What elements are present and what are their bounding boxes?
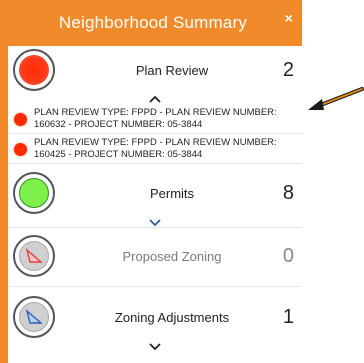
panel-title: Neighborhood Summary	[58, 13, 248, 32]
zoning-polygon-icon	[13, 235, 55, 277]
neighborhood-summary-panel: Neighborhood Summary × Plan Review 2 PLA…	[0, 0, 302, 363]
section-count: 8	[282, 181, 294, 204]
list-item-text: PLAN REVIEW TYPE: FPPD - PLAN REVIEW NUM…	[34, 107, 277, 130]
section-plan-review[interactable]: Plan Review 2	[8, 46, 302, 94]
chevron-up-icon[interactable]	[8, 94, 302, 104]
green-circle-icon	[13, 172, 55, 214]
section-label: Zoning Adjustments	[114, 309, 230, 325]
red-dot-icon	[14, 143, 27, 156]
panel-content: Plan Review 2 PLAN REVIEW TYPE: FPPD - P…	[8, 46, 302, 363]
section-label: Proposed Zoning	[122, 248, 222, 264]
chevron-down-icon[interactable]	[8, 341, 302, 351]
chevron-down-icon[interactable]	[8, 217, 302, 227]
divider	[8, 227, 302, 228]
list-item-text: PLAN REVIEW TYPE: FPPD - PLAN REVIEW NUM…	[34, 137, 277, 160]
section-count: 2	[282, 58, 294, 81]
divider	[8, 286, 302, 287]
red-dot-icon	[14, 113, 27, 126]
section-proposed-zoning[interactable]: Proposed Zoning 0	[8, 232, 302, 280]
section-permits[interactable]: Permits 8	[8, 169, 302, 217]
section-label: Permits	[149, 185, 195, 201]
annotation-arrow-icon	[306, 86, 364, 116]
list-item[interactable]: PLAN REVIEW TYPE: FPPD - PLAN REVIEW NUM…	[8, 104, 302, 134]
red-circle-icon	[13, 49, 55, 91]
section-count: 1	[282, 305, 294, 328]
section-label: Plan Review	[135, 62, 209, 78]
section-zoning-adjustments[interactable]: Zoning Adjustments 1	[8, 293, 302, 341]
list-item[interactable]: PLAN REVIEW TYPE: FPPD - PLAN REVIEW NUM…	[8, 134, 302, 164]
panel-titlebar: Neighborhood Summary ×	[0, 0, 302, 46]
close-icon[interactable]: ×	[285, 11, 293, 25]
section-count: 0	[282, 244, 294, 267]
zoning-polygon-icon	[13, 296, 55, 338]
